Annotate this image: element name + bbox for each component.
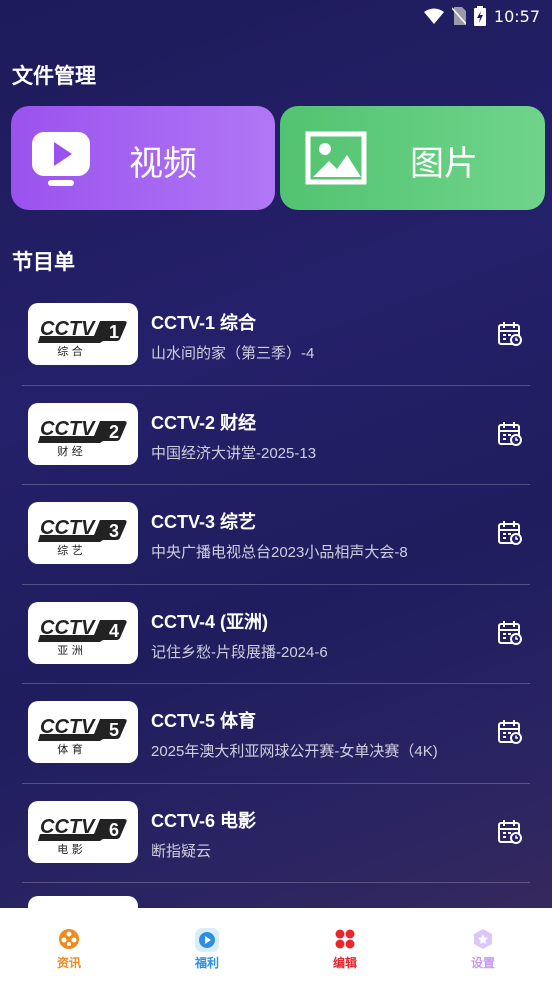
channel-name: CCTV-1 综合 [151,313,257,333]
film-reel-icon [59,929,79,949]
current-program: 断指疑云 [151,842,212,860]
schedule-calendar-icon[interactable] [497,421,523,452]
program-row[interactable]: CCTV 6 电 影 CCTV-6 电影 断指疑云 [22,784,530,883]
tab-settings[interactable]: 设置 [414,908,552,983]
channel-subtitle: 综 艺 [57,543,83,557]
schedule-calendar-icon[interactable] [497,620,523,651]
channel-number: 6 [109,820,119,840]
image-gallery-icon [305,131,367,190]
current-program: 中国经济大讲堂-2025-13 [151,444,317,462]
file-section-title: 文件管理 [12,65,96,88]
channel-number: 1 [109,322,119,342]
schedule-calendar-icon[interactable] [497,520,523,551]
channel-number: 2 [109,422,119,442]
tab-welfare[interactable]: 福利 [138,908,276,983]
tab-welfare-label: 福利 [194,956,219,970]
program-row[interactable]: CCTV 5 体 育 CCTV-5 体育 2025年澳大利亚网球公开赛-女单决赛（4K) [22,684,530,784]
channel-subtitle: 电 影 [57,843,83,856]
schedule-calendar-icon[interactable] [497,719,523,750]
channel-subtitle: 财 经 [57,444,83,458]
tab-news-label: 资讯 [56,956,81,970]
channel-number: 5 [109,720,119,740]
program-row[interactable]: CCTV 1 综 合 CCTV-1 综合 山水间的家（第三季）-4 [22,286,530,386]
video-card[interactable]: 视频 [11,106,275,210]
program-list: CCTV 1 综 合 CCTV-1 综合 山水间的家（第三季）-4 CCTV 2 财 经 CCT… [22,286,530,958]
status-time: 10:57 [493,6,540,26]
channel-number: 4 [109,621,119,641]
channel-logo: CCTV 4 亚 洲 [28,601,138,664]
video-label: 视频 [129,145,197,183]
channel-logo: CCTV 1 综 合 [28,303,138,365]
channel-name: CCTV-4 (亚洲) [151,611,268,632]
no-sim-icon [451,7,466,25]
tab-settings-label: 设置 [470,956,495,970]
video-play-icon [30,130,92,193]
channel-subtitle: 亚 洲 [57,644,83,657]
channel-logo: CCTV 3 综 艺 [28,502,138,564]
wifi-icon [423,8,444,24]
tab-edit[interactable]: 编辑 [276,908,414,983]
status-bar: 10:57 [0,0,552,32]
channel-name: CCTV-5 体育 [151,711,257,731]
program-row[interactable]: CCTV 2 财 经 CCTV-2 财经 中国经济大讲堂-2025-13 [22,386,530,485]
image-label: 图片 [410,145,478,183]
schedule-calendar-icon[interactable] [497,321,523,352]
settings-hexagon-icon [474,929,492,949]
current-program: 山水间的家（第三季）-4 [151,345,315,362]
channel-name: CCTV-3 综艺 [151,512,257,532]
battery-icon [473,6,486,26]
channel-logo: CCTV 6 电 影 [28,800,138,863]
channel-name: CCTV-2 财经 [151,412,257,433]
channel-subtitle: 综 合 [57,344,83,358]
grid-dots-icon [335,929,355,949]
schedule-calendar-icon[interactable] [497,819,523,850]
program-row[interactable]: CCTV 4 亚 洲 CCTV-4 (亚洲) 记住乡愁-片段展播-2024-6 [22,585,530,684]
bottom-tabbar: 资讯 福利 编辑 设置 [0,908,552,983]
play-icon [195,928,219,952]
channel-logo: CCTV 5 体 育 [28,701,138,763]
channel-logo: CCTV 2 财 经 [28,402,138,465]
tab-news[interactable]: 资讯 [0,908,138,983]
current-program: 中央广播电视总台2023小品相声大会-8 [151,544,408,561]
channel-number: 3 [109,521,119,541]
channel-name: CCTV-6 电影 [151,810,257,831]
current-program: 记住乡愁-片段展播-2024-6 [151,643,328,661]
program-row[interactable]: CCTV 3 综 艺 CCTV-3 综艺 中央广播电视总台2023小品相声大会-8 [22,485,530,585]
image-card[interactable]: 图片 [280,106,545,210]
current-program: 2025年澳大利亚网球公开赛-女单决赛（4K) [151,743,438,760]
tab-edit-label: 编辑 [332,956,357,970]
channel-subtitle: 体 育 [57,742,83,756]
program-section-title: 节目单 [12,251,75,274]
